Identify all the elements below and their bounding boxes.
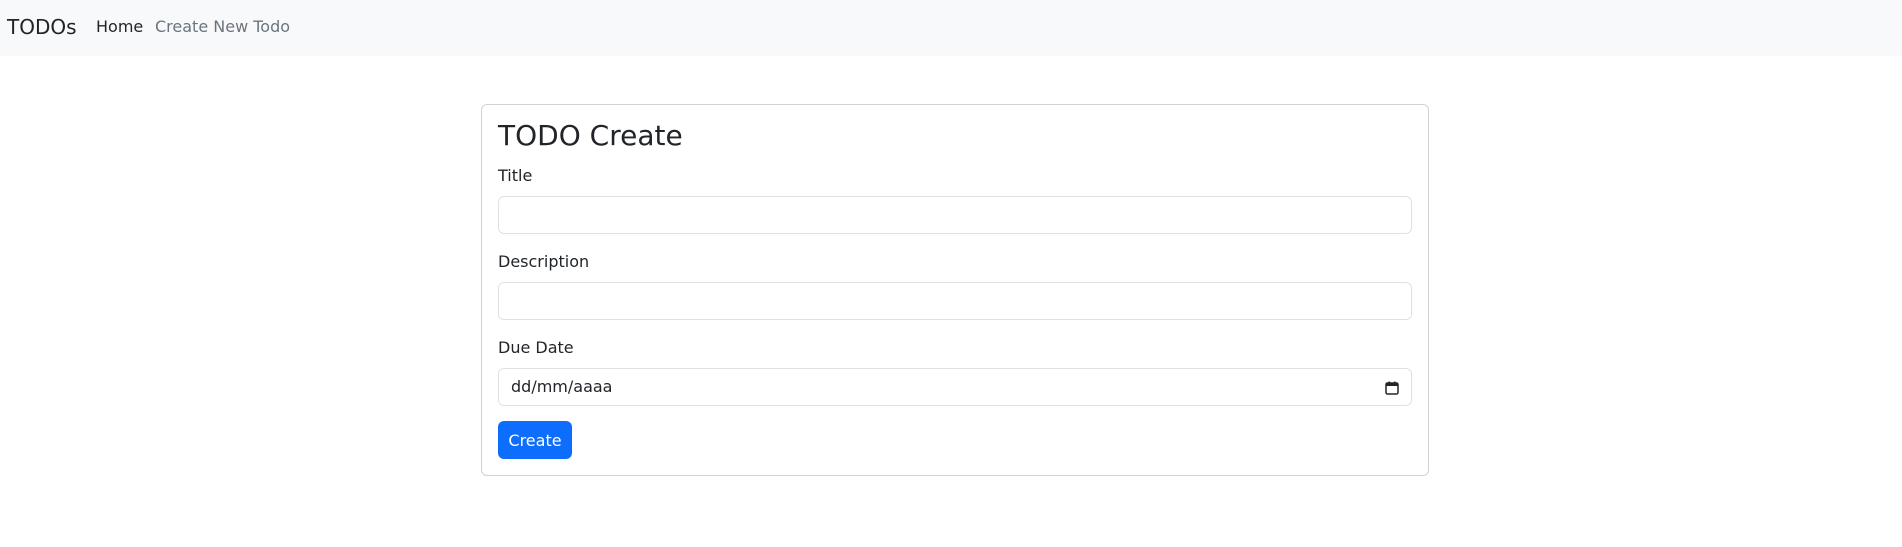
todo-create-card: TODO Create Title Description Due Date d… xyxy=(481,104,1429,476)
nav-link-create-new-todo[interactable]: Create New Todo xyxy=(155,16,290,38)
create-button[interactable]: Create xyxy=(498,421,572,459)
navbar-brand[interactable]: TODOs xyxy=(7,14,77,40)
page-title: TODO Create xyxy=(498,119,683,152)
title-label: Title xyxy=(498,166,533,185)
title-input[interactable] xyxy=(498,196,1412,234)
nav-link-home[interactable]: Home xyxy=(96,16,143,38)
description-label: Description xyxy=(498,252,590,271)
description-input[interactable] xyxy=(498,282,1412,320)
due-date-input[interactable]: dd/mm/aaaa xyxy=(498,368,1412,406)
due-date-value: dd/mm/aaaa xyxy=(511,377,613,396)
due-date-label: Due Date xyxy=(498,338,574,357)
navbar: TODOs Home Create New Todo xyxy=(0,0,1902,56)
calendar-icon[interactable] xyxy=(1385,380,1399,395)
